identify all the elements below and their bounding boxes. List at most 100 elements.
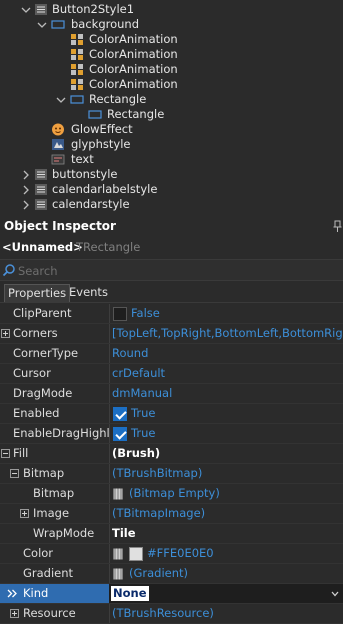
kind-value-editor[interactable]: None — [111, 586, 149, 601]
tree-item-coloranimation[interactable]: ColorAnimation — [0, 62, 343, 77]
property-row-color[interactable]: Color #FFE0E0E0 — [0, 544, 343, 564]
property-row-dragmode[interactable]: DragMode dmManual — [0, 384, 343, 404]
property-row-enabled[interactable]: Enabled True — [0, 404, 343, 424]
tree-item-label: Button2Style1 — [52, 2, 135, 16]
color-editor-icon[interactable] — [113, 548, 123, 560]
property-row-gradient[interactable]: Gradient (Gradient) — [0, 564, 343, 584]
property-name: Bitmap — [23, 466, 65, 480]
property-row-bitmap-inner[interactable]: Bitmap (Bitmap Empty) — [0, 484, 343, 504]
bitmap-editor-icon[interactable] — [113, 488, 123, 500]
property-value[interactable]: (Bitmap Empty) — [129, 486, 343, 500]
rectangle-icon — [51, 20, 65, 29]
property-row-wrapmode[interactable]: WrapMode Tile — [0, 524, 343, 544]
tab-properties[interactable]: Properties — [4, 284, 71, 302]
tree-item-coloranimation[interactable]: ColorAnimation — [0, 32, 343, 47]
panel-title: Object Inspector — [4, 219, 116, 233]
glyph-icon — [52, 139, 64, 150]
clipparent-checkbox[interactable] — [113, 307, 127, 321]
chevron-down-icon[interactable] — [331, 591, 339, 597]
tab-events[interactable]: Events — [66, 284, 111, 302]
property-row-resource[interactable]: Resource (TBrushResource) — [0, 604, 343, 624]
tree-item-label: ColorAnimation — [89, 77, 178, 91]
rectangle-icon — [88, 110, 102, 119]
property-row-bitmap[interactable]: Bitmap (TBrushBitmap) — [0, 464, 343, 484]
current-row-arrow-icon — [7, 589, 17, 598]
property-row-fill[interactable]: Fill (Brush) — [0, 444, 343, 464]
chevron-down-icon[interactable] — [56, 95, 66, 105]
tree-item-background[interactable]: background — [0, 17, 343, 32]
tree-item-label: Rectangle — [107, 107, 165, 121]
property-row-clipparent[interactable]: ClipParent False — [0, 304, 343, 324]
property-name: Gradient — [23, 566, 74, 580]
tree-item-coloranimation[interactable]: ColorAnimation — [0, 47, 343, 62]
property-row-cornertype[interactable]: CornerType Round — [0, 344, 343, 364]
object-name: <Unnamed> — [2, 240, 83, 254]
property-row-image[interactable]: Image (TBitmapImage) — [0, 504, 343, 524]
property-row-kind[interactable]: Kind None — [0, 584, 343, 604]
property-value[interactable]: [TopLeft,TopRight,BottomLeft,BottomRight… — [112, 326, 343, 340]
chevron-down-icon[interactable] — [21, 5, 31, 15]
tree-item-button2style1[interactable]: Button2Style1 — [0, 2, 343, 17]
tree-item-label: glyphstyle — [71, 137, 131, 151]
chevron-right-icon[interactable] — [21, 200, 31, 210]
tree-item-calendarstyle[interactable]: calendarstyle — [0, 197, 343, 212]
tree-item-coloranimation[interactable]: ColorAnimation — [0, 77, 343, 92]
property-name: Corners — [13, 326, 58, 340]
property-name: Bitmap — [33, 486, 75, 500]
expand-icon[interactable] — [20, 509, 29, 518]
collapse-icon[interactable] — [1, 449, 10, 458]
tree-item-glyphstyle[interactable]: glyphstyle — [0, 137, 343, 152]
search-icon — [2, 264, 15, 277]
tree-item-gloweffect[interactable]: GlowEffect — [0, 122, 343, 137]
property-value: True — [131, 406, 156, 420]
property-value[interactable]: dmManual — [112, 386, 343, 400]
property-value[interactable]: crDefault — [112, 366, 343, 380]
color-swatch — [129, 547, 143, 561]
tree-item-label: ColorAnimation — [89, 62, 178, 76]
property-value[interactable]: (TBrushBitmap) — [112, 466, 343, 480]
tree-item-calendarlabelstyle[interactable]: calendarlabelstyle — [0, 182, 343, 197]
property-value: True — [131, 426, 156, 440]
property-value[interactable]: Round — [112, 346, 343, 360]
tree-item-label: ColorAnimation — [89, 47, 178, 61]
tree-item-rectangle[interactable]: Rectangle — [0, 92, 343, 107]
tree-item-text[interactable]: text — [0, 152, 343, 167]
property-row-corners[interactable]: Corners [TopLeft,TopRight,BottomLeft,Bot… — [0, 324, 343, 344]
object-inspector-header: Object Inspector — [0, 217, 343, 235]
pin-icon[interactable] — [333, 220, 342, 232]
expand-icon[interactable] — [1, 329, 10, 338]
chevron-down-icon[interactable] — [37, 20, 47, 30]
tree-item-label: buttonstyle — [52, 167, 118, 181]
property-name: ClipParent — [13, 306, 72, 320]
property-name: Kind — [23, 586, 49, 600]
property-row-cursor[interactable]: Cursor crDefault — [0, 364, 343, 384]
object-selector[interactable]: <Unnamed> TRectangle — [0, 237, 343, 256]
enabledraghighlight-checkbox[interactable] — [113, 427, 127, 441]
property-value[interactable]: (TBitmapImage) — [112, 506, 343, 520]
style-book-icon — [35, 184, 47, 195]
tree-item-rectangle[interactable]: Rectangle — [0, 107, 343, 122]
tree-item-label: calendarlabelstyle — [52, 182, 158, 196]
gradient-editor-icon[interactable] — [113, 568, 123, 580]
collapse-icon[interactable] — [10, 469, 19, 478]
property-value[interactable]: #FFE0E0E0 — [147, 546, 343, 560]
expand-icon[interactable] — [10, 609, 19, 618]
tree-item-label: ColorAnimation — [89, 32, 178, 46]
property-value[interactable]: Tile — [112, 526, 343, 540]
property-name: Cursor — [13, 366, 51, 380]
color-animation-icon — [71, 79, 83, 90]
property-grid: ClipParent False Corners [TopLeft,TopRig… — [0, 304, 343, 624]
property-row-enabledraghighlight[interactable]: EnableDragHighlight True — [0, 424, 343, 444]
style-book-icon — [35, 169, 47, 180]
chevron-right-icon[interactable] — [21, 170, 31, 180]
enabled-checkbox[interactable] — [113, 407, 127, 421]
tree-item-buttonstyle[interactable]: buttonstyle — [0, 167, 343, 182]
chevron-right-icon[interactable] — [21, 185, 31, 195]
search-input[interactable] — [18, 262, 338, 279]
property-value[interactable]: (Gradient) — [129, 566, 343, 580]
property-name: EnableDragHighlight — [13, 426, 109, 440]
object-class: TRectangle — [76, 240, 141, 254]
property-value: (Brush) — [112, 446, 161, 460]
tree-item-label: GlowEffect — [71, 122, 133, 136]
property-value[interactable]: (TBrushResource) — [112, 606, 343, 620]
